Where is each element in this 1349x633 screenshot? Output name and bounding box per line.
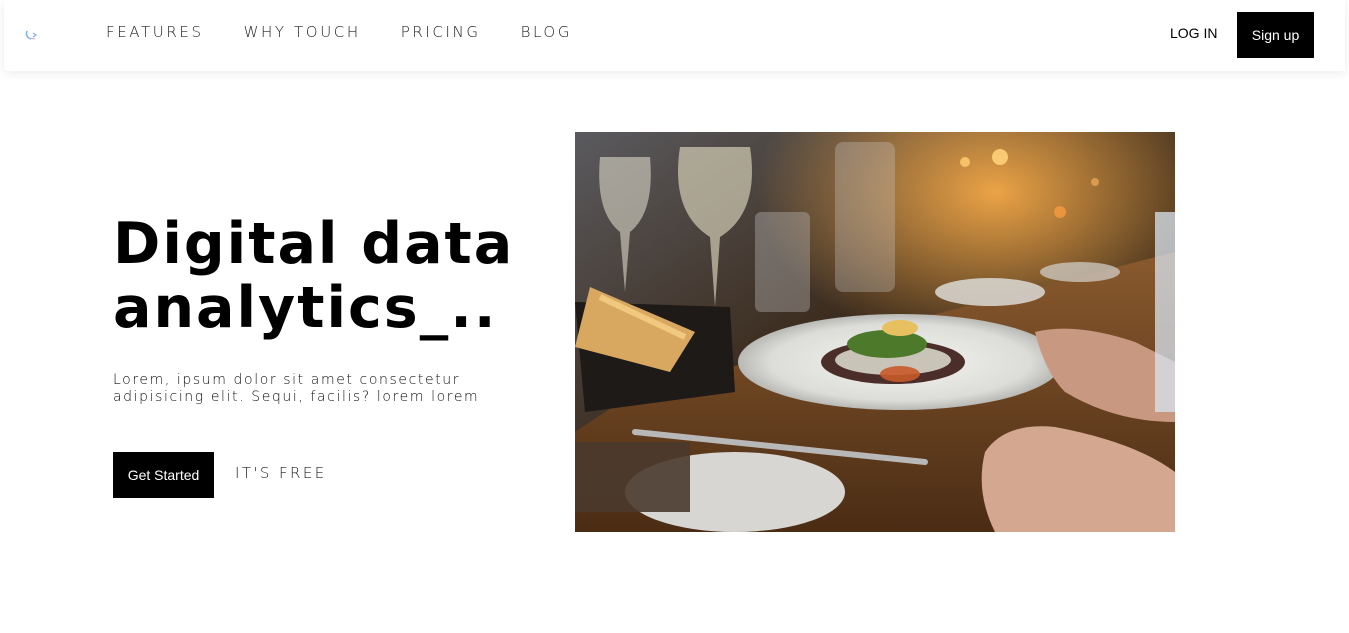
hero-title-line-1: Digital data — [113, 211, 515, 277]
free-note: IT'S FREE — [235, 464, 327, 482]
main-nav: FEATURES WHY TOUCH PRICING BLOG — [106, 0, 612, 71]
get-started-button[interactable]: Get Started — [113, 452, 214, 498]
signup-button[interactable]: Sign up — [1237, 12, 1314, 58]
brand-logo-icon[interactable] — [23, 27, 43, 43]
nav-link-blog[interactable]: BLOG — [521, 23, 572, 41]
login-link[interactable]: LOG IN — [1170, 25, 1217, 41]
restaurant-table-photo — [575, 132, 1175, 532]
hero-subtitle: Lorem, ipsum dolor sit amet consectetur … — [113, 372, 480, 405]
navbar: FEATURES WHY TOUCH PRICING BLOG LOG IN S… — [4, 0, 1345, 71]
nav-link-why-touch[interactable]: WHY TOUCH — [244, 23, 361, 41]
hero-title-line-2: analytics_.. — [113, 275, 498, 341]
nav-link-features[interactable]: FEATURES — [106, 23, 204, 41]
hero-image — [575, 132, 1175, 532]
nav-link-pricing[interactable]: PRICING — [401, 23, 481, 41]
hero-title: Digital data analytics_.. — [113, 212, 553, 340]
